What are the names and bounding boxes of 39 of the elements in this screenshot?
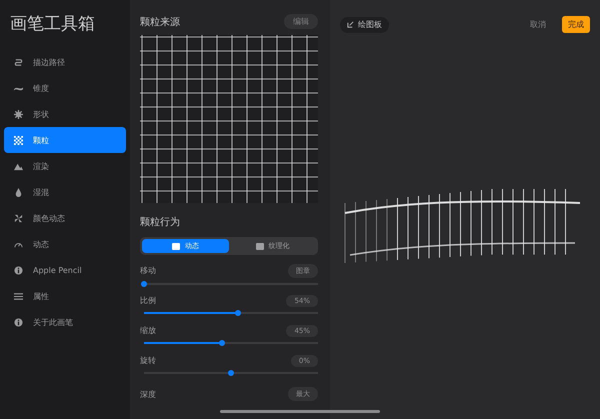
sidebar-item[interactable]: 颜色动态: [4, 205, 126, 231]
slider-thumb[interactable]: [141, 280, 147, 286]
slider-thumb[interactable]: [219, 340, 226, 346]
sidebar-item[interactable]: 动态: [4, 231, 126, 257]
section-title: 颗粒行为: [140, 216, 181, 229]
sidebar-item[interactable]: 关于此画笔: [4, 309, 126, 335]
cancel-button[interactable]: 取消: [524, 18, 552, 31]
sidebar-item[interactable]: 描边路径: [4, 49, 126, 75]
sidebar-item[interactable]: 颗粒: [4, 127, 126, 153]
sidebar-item[interactable]: 属性: [4, 283, 126, 309]
sidebar-item[interactable]: Apple Pencil: [4, 257, 126, 283]
image-icon: [172, 242, 180, 250]
sidebar-item[interactable]: 锥度: [4, 75, 126, 101]
info-icon: [14, 266, 23, 274]
sidebar-item[interactable]: 湿混: [4, 179, 126, 205]
edit-button[interactable]: 编辑: [284, 14, 318, 29]
section-title: 颗粒来源: [140, 16, 180, 28]
setting-label: 移动: [140, 265, 156, 276]
path-icon: [14, 58, 23, 66]
sidebar-item[interactable]: 渲染: [4, 153, 126, 179]
slider-thumb[interactable]: [228, 370, 234, 376]
drawing-pad-button[interactable]: 绘图板: [340, 16, 389, 32]
setting-label: 比例: [140, 295, 156, 306]
drop-icon: [14, 188, 23, 196]
grid-icon: [256, 242, 264, 250]
pinwheel-icon: [14, 214, 23, 222]
checker-icon: [14, 136, 23, 144]
setting-label: 深度: [140, 388, 156, 400]
setting-label: 缩放: [140, 325, 156, 336]
setting-label: 旋转: [140, 355, 156, 366]
slider-thumb[interactable]: [234, 310, 241, 316]
done-button[interactable]: 完成: [562, 16, 590, 33]
mountain-icon: [14, 162, 23, 170]
sidebar-item[interactable]: 形状: [4, 101, 126, 127]
sidebar-title: 画笔工具箱: [9, 13, 96, 36]
gear-icon: [14, 110, 23, 118]
list-icon: [14, 292, 23, 300]
edit-icon: [347, 21, 354, 28]
info-icon: [14, 318, 23, 326]
